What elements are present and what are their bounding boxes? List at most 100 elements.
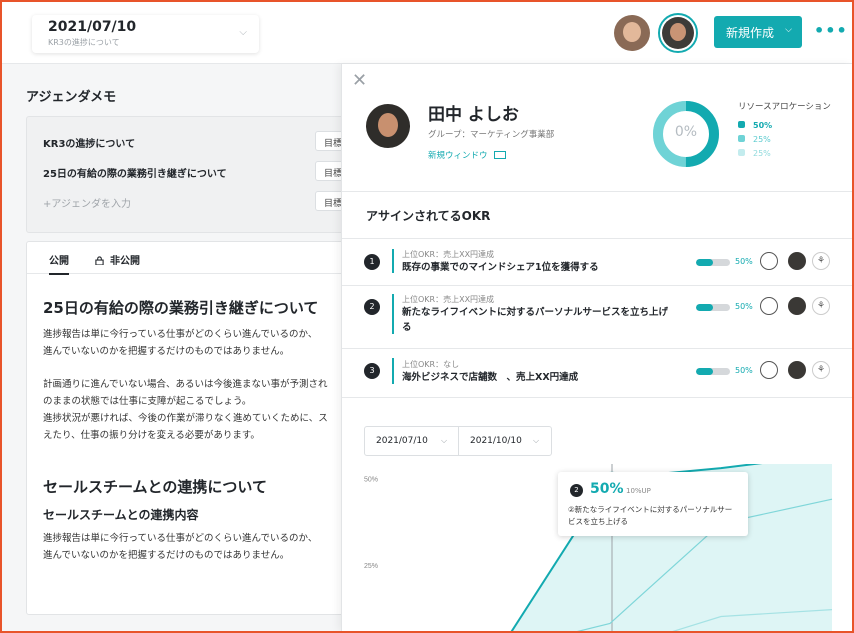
chart-tooltip: 2 50% 10%UP ②新たなライフイベントに対するパーソナルサービスを立ち上…: [558, 472, 748, 536]
resource-value: 50%: [753, 121, 773, 130]
resource-value: 25%: [753, 135, 771, 144]
avatar[interactable]: [614, 15, 650, 51]
okr-progress-label: 50%: [735, 257, 753, 266]
okr-number: 1: [364, 254, 380, 270]
agenda-panel: アジェンダメモ KR3の進捗について 目標 25日の有給の際の業務引き継ぎについ…: [2, 64, 356, 631]
agenda-list: KR3の進捗について 目標 25日の有給の際の業務引き継ぎについて 目標 +アジ…: [26, 116, 356, 233]
avatar[interactable]: [788, 297, 806, 315]
okr-progress-label: 50%: [735, 366, 753, 375]
divider: [342, 397, 852, 398]
tab-private[interactable]: 非公開: [95, 252, 140, 267]
okr-progress-bar: [696, 304, 730, 311]
profile-avatar: [366, 104, 410, 148]
memo-paragraph: 進捗報告は単に今行っている仕事がどのくらい進んでいるのか、 進んでいないのかを把…: [43, 533, 318, 561]
close-icon[interactable]: ✕: [352, 70, 367, 91]
okr-progress-bar: [696, 259, 730, 266]
donut-center-label: 0%: [674, 124, 698, 140]
tooltip-change: 10%UP: [626, 487, 651, 495]
agenda-item[interactable]: 25日の有給の際の業務引き継ぎについて: [43, 165, 227, 180]
resource-title: リソースアロケーション: [738, 102, 831, 112]
y-tick-label: 50%: [364, 477, 378, 484]
profile-group: グループ：マーケティング事業部: [428, 130, 555, 140]
avatar[interactable]: [788, 252, 806, 270]
tooltip-number: 2: [570, 484, 583, 497]
okr-number: 3: [364, 363, 380, 379]
okr-marker: [392, 294, 394, 334]
progress-fill: [696, 304, 713, 311]
tooltip-percent: 50%: [590, 481, 624, 497]
legend-swatch: [738, 135, 745, 142]
okr-title: 新たなライフイベントに対するパーソナルサービスを立ち上げる: [402, 307, 669, 333]
memo-subheading: セールスチームとの連携内容: [43, 508, 199, 522]
range-to[interactable]: 2021/10/10: [470, 436, 522, 446]
legend-swatch: [738, 121, 745, 128]
okr-number: 2: [364, 299, 380, 315]
more-dots-icon[interactable]: •••: [814, 21, 848, 40]
memo-paragraph: 計画通りに進んでいない場合、あるいは今後進まない事が予測され のままの状態では仕…: [43, 379, 328, 441]
share-icon[interactable]: ⚘: [812, 361, 830, 379]
date-range-picker[interactable]: 2021/07/10 ⌵ 2021/10/10 ⌵: [364, 426, 552, 456]
agenda-item[interactable]: KR3の進捗について: [43, 135, 135, 150]
divider: [342, 191, 852, 192]
okr-title: 既存の事業でのマインドシェア1位を獲得する: [402, 262, 599, 273]
resource-legend-item: 50%: [738, 121, 772, 130]
open-new-window-label: 新規ウィンドウ: [428, 151, 488, 161]
neutral-face-icon[interactable]: [760, 361, 778, 379]
neutral-face-icon[interactable]: [760, 297, 778, 315]
open-new-window-link[interactable]: 新規ウィンドウ: [428, 149, 506, 161]
chevron-down-icon: ⌵: [441, 436, 448, 445]
progress-fill: [696, 259, 713, 266]
okr-row[interactable]: 3 上位OKR：なし 海外ビジネスで店舗数 、売上XX円達成 50% ⚘: [342, 349, 852, 411]
avatar[interactable]: [788, 361, 806, 379]
legend-swatch: [738, 149, 745, 156]
progress-fill: [696, 368, 713, 375]
y-tick-label: 25%: [364, 563, 378, 570]
memo-paragraph: 進捗報告は単に今行っている仕事がどのくらい進んでいるのか、 進んでいないのかを把…: [43, 329, 318, 357]
okr-parent: 上位OKR：なし: [402, 360, 460, 369]
okr-progress-bar: [696, 368, 730, 375]
memo-editor[interactable]: 公開 非公開 25日の有給の際の業務引き継ぎについて 進捗報告は単に今行っている…: [26, 241, 356, 615]
resource-legend-item: 25%: [738, 149, 771, 158]
tab-public[interactable]: 公開: [49, 252, 69, 275]
okr-parent: 上位OKR：売上XX円達成: [402, 250, 495, 259]
okr-progress-label: 50%: [735, 302, 753, 311]
share-icon[interactable]: ⚘: [812, 297, 830, 315]
memo-heading: 25日の有給の際の業務引き継ぎについて: [43, 299, 319, 317]
range-divider: [458, 427, 459, 455]
meeting-date-select[interactable]: 2021/07/10 KR3の進捗について ⌵: [32, 15, 259, 53]
okr-marker: [392, 358, 394, 384]
new-create-button[interactable]: 新規作成 ⌵: [714, 16, 802, 48]
avatar-photo: [662, 17, 694, 49]
tab-private-label: 非公開: [110, 256, 140, 267]
avatar-face: [623, 22, 641, 42]
resource-legend-item: 25%: [738, 135, 771, 144]
agenda-add-input[interactable]: +アジェンダを入力: [43, 195, 131, 210]
share-icon[interactable]: ⚘: [812, 252, 830, 270]
okr-title: 海外ビジネスで店舗数 、売上XX円達成: [402, 372, 579, 383]
okr-parent: 上位OKR：売上XX円達成: [402, 295, 495, 304]
new-create-label: 新規作成: [726, 25, 775, 40]
tooltip-description: ②新たなライフイベントに対するパーソナルサービスを立ち上げる: [568, 505, 733, 526]
okr-marker: [392, 249, 394, 273]
window-icon: [493, 151, 506, 159]
date-select-value: 2021/07/10: [48, 19, 137, 35]
neutral-face-icon[interactable]: [760, 252, 778, 270]
okr-row[interactable]: 2 上位OKR：売上XX円達成 新たなライフイベントに対するパーソナルサービスを…: [342, 286, 852, 348]
date-select-subtitle: KR3の進捗について: [48, 38, 120, 47]
profile-name: 田中 よしお: [428, 105, 519, 125]
member-detail-panel: ✕ 田中 よしお グループ：マーケティング事業部 新規ウィンドウ 0% リソース…: [341, 64, 852, 631]
range-from[interactable]: 2021/07/10: [376, 436, 428, 446]
memo-heading: セールスチームとの連携について: [43, 478, 267, 496]
avatar-selected[interactable]: [658, 13, 698, 53]
agenda-title: アジェンダメモ: [26, 90, 117, 105]
chevron-down-icon: ⌵: [239, 27, 247, 38]
lock-icon: [95, 256, 104, 265]
resource-value: 25%: [753, 149, 771, 158]
top-bar: 2021/07/10 KR3の進捗について ⌵ 新規作成 ⌵ •••: [2, 2, 852, 64]
avatar-face: [670, 23, 686, 41]
chevron-down-icon: ⌵: [533, 436, 540, 445]
memo-tabs: 公開 非公開: [27, 242, 355, 275]
profile-face: [378, 113, 398, 137]
okr-section-title: アサインされてるOKR: [366, 209, 491, 223]
chevron-down-icon: ⌵: [785, 25, 792, 35]
